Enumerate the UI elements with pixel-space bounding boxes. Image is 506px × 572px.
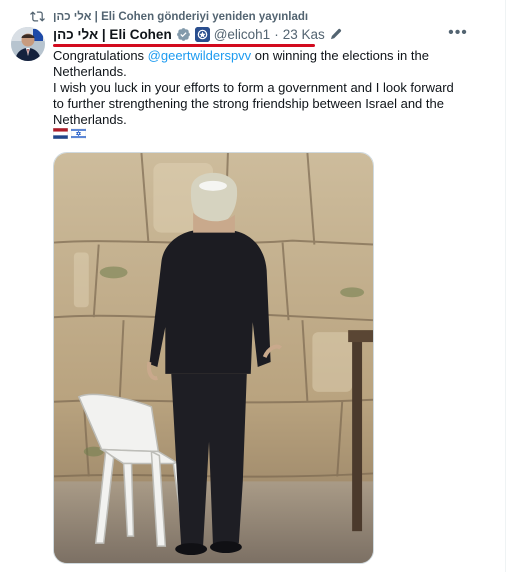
edited-pencil-icon[interactable]	[329, 28, 342, 41]
repost-text[interactable]: אלי כהן | Eli Cohen gönderiyi yeniden ya…	[53, 11, 308, 23]
post-date[interactable]: 23 Kas	[283, 27, 325, 42]
author-name[interactable]: אלי כהן | Eli Cohen	[53, 27, 172, 42]
separator-dot: ·	[274, 27, 279, 42]
verified-badge-icon[interactable]	[176, 27, 191, 42]
tweet-line-1: Congratulations @geertwilderspvv on winn…	[53, 48, 429, 79]
tweet-card[interactable]: אלי כהן | Eli Cohen gönderiyi yeniden ya…	[0, 0, 506, 572]
repost-indicator: אלי כהן | Eli Cohen gönderiyi yeniden ya…	[30, 9, 308, 24]
avatar[interactable]	[11, 27, 45, 61]
red-underline-annotation	[53, 44, 315, 47]
tweet-photo[interactable]	[53, 152, 374, 564]
author-handle[interactable]: @elicoh1	[214, 27, 271, 42]
government-affiliation-icon[interactable]	[194, 27, 210, 42]
mention-link[interactable]: @geertwilderspvv	[148, 48, 252, 63]
western-wall-photo	[54, 153, 373, 563]
repost-icon	[30, 11, 45, 22]
tweet-header: אלי כהן | Eli Cohen @elicoh1 · 23 Kas	[53, 27, 342, 42]
tweet-text: Congratulations @geertwilderspvv on winn…	[53, 48, 463, 128]
more-options-icon[interactable]: •••	[448, 25, 468, 44]
israel-flag-icon	[71, 128, 86, 139]
netherlands-flag-icon	[53, 128, 68, 139]
tweet-line-2: I wish you luck in your efforts to form …	[53, 80, 454, 127]
flags-row	[53, 128, 86, 139]
